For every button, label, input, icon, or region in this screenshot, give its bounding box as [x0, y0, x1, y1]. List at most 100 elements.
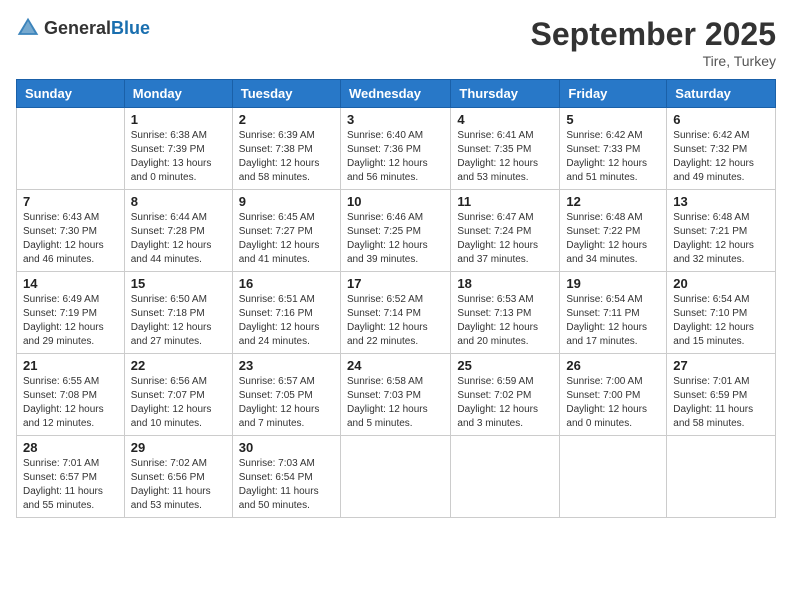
calendar-cell: 12Sunrise: 6:48 AMSunset: 7:22 PMDayligh… — [560, 190, 667, 272]
month-title: September 2025 — [531, 16, 776, 53]
day-number: 16 — [239, 276, 334, 291]
logo-blue: Blue — [111, 18, 150, 38]
day-info: Sunrise: 7:01 AMSunset: 6:57 PMDaylight:… — [23, 457, 118, 513]
calendar-cell — [667, 436, 776, 518]
day-number: 15 — [131, 276, 226, 291]
calendar-cell: 4 Sunrise: 6:41 AMSunset: 7:35 PMDaylight… — [451, 108, 560, 190]
day-info: Sunrise: 6:49 AMSunset: 7:19 PMDaylight:… — [23, 293, 118, 349]
calendar-cell: 27 Sunrise: 7:01 AMSunset: 6:59 PMDayligh… — [667, 354, 776, 436]
day-info: Sunrise: 6:47 AMSunset: 7:24 PMDaylight:… — [457, 211, 553, 267]
weekday-header: Friday — [560, 80, 667, 108]
day-number: 24 — [347, 358, 444, 373]
calendar-cell: 22Sunrise: 6:56 AMSunset: 7:07 PMDayligh… — [124, 354, 232, 436]
day-number: 8 — [131, 194, 226, 209]
calendar-cell: 15 Sunrise: 6:50 AMSunset: 7:18 PMDayligh… — [124, 272, 232, 354]
weekday-header: Saturday — [667, 80, 776, 108]
day-number: 5 — [566, 112, 660, 127]
day-number: 7 — [23, 194, 118, 209]
day-info: Sunrise: 6:41 AMSunset: 7:35 PMDaylight:… — [457, 129, 553, 185]
day-info: Sunrise: 6:53 AMSunset: 7:13 PMDaylight:… — [457, 293, 553, 349]
calendar-cell: 18 Sunrise: 6:53 AMSunset: 7:13 PMDayligh… — [451, 272, 560, 354]
calendar-week-row: 1 Sunrise: 6:38 AMSunset: 7:39 PMDaylight… — [17, 108, 776, 190]
day-number: 29 — [131, 440, 226, 455]
logo-general: General — [44, 18, 111, 38]
calendar-header-row: SundayMondayTuesdayWednesdayThursdayFrid… — [17, 80, 776, 108]
day-number: 3 — [347, 112, 444, 127]
day-number: 23 — [239, 358, 334, 373]
day-info: Sunrise: 6:45 AMSunset: 7:27 PMDaylight:… — [239, 211, 334, 267]
calendar-cell: 17 Sunrise: 6:52 AMSunset: 7:14 PMDayligh… — [340, 272, 450, 354]
day-number: 11 — [457, 194, 553, 209]
day-number: 18 — [457, 276, 553, 291]
page-header: GeneralBlue September 2025 Tire, Turkey — [16, 16, 776, 69]
calendar-cell: 29 Sunrise: 7:02 AMSunset: 6:56 PMDayligh… — [124, 436, 232, 518]
calendar-cell: 2Sunrise: 6:39 AMSunset: 7:38 PMDaylight… — [232, 108, 340, 190]
calendar-cell: 13Sunrise: 6:48 AMSunset: 7:21 PMDayligh… — [667, 190, 776, 272]
day-info: Sunrise: 6:58 AMSunset: 7:03 PMDaylight:… — [347, 375, 444, 431]
calendar-cell: 25Sunrise: 6:59 AMSunset: 7:02 PMDayligh… — [451, 354, 560, 436]
calendar-cell: 24 Sunrise: 6:58 AMSunset: 7:03 PMDayligh… — [340, 354, 450, 436]
calendar-cell: 9 Sunrise: 6:45 AMSunset: 7:27 PMDaylight… — [232, 190, 340, 272]
calendar-week-row: 7 Sunrise: 6:43 AMSunset: 7:30 PMDaylight… — [17, 190, 776, 272]
day-number: 27 — [673, 358, 769, 373]
day-number: 21 — [23, 358, 118, 373]
weekday-header: Thursday — [451, 80, 560, 108]
day-info: Sunrise: 7:01 AMSunset: 6:59 PMDaylight:… — [673, 375, 769, 431]
calendar-week-row: 28Sunrise: 7:01 AMSunset: 6:57 PMDayligh… — [17, 436, 776, 518]
calendar-cell — [560, 436, 667, 518]
calendar-cell: 11 Sunrise: 6:47 AMSunset: 7:24 PMDayligh… — [451, 190, 560, 272]
calendar-cell: 26 Sunrise: 7:00 AMSunset: 7:00 PMDayligh… — [560, 354, 667, 436]
weekday-header: Monday — [124, 80, 232, 108]
location: Tire, Turkey — [531, 53, 776, 69]
logo: GeneralBlue — [16, 16, 150, 40]
day-info: Sunrise: 6:42 AMSunset: 7:32 PMDaylight:… — [673, 129, 769, 185]
weekday-header: Sunday — [17, 80, 125, 108]
day-number: 26 — [566, 358, 660, 373]
day-info: Sunrise: 6:50 AMSunset: 7:18 PMDaylight:… — [131, 293, 226, 349]
day-number: 4 — [457, 112, 553, 127]
day-number: 20 — [673, 276, 769, 291]
day-info: Sunrise: 6:48 AMSunset: 7:21 PMDaylight:… — [673, 211, 769, 267]
day-info: Sunrise: 6:42 AMSunset: 7:33 PMDaylight:… — [566, 129, 660, 185]
day-info: Sunrise: 6:38 AMSunset: 7:39 PMDaylight:… — [131, 129, 226, 185]
title-block: September 2025 Tire, Turkey — [531, 16, 776, 69]
day-number: 6 — [673, 112, 769, 127]
calendar-cell: 21 Sunrise: 6:55 AMSunset: 7:08 PMDayligh… — [17, 354, 125, 436]
day-info: Sunrise: 7:00 AMSunset: 7:00 PMDaylight:… — [566, 375, 660, 431]
day-info: Sunrise: 6:57 AMSunset: 7:05 PMDaylight:… — [239, 375, 334, 431]
day-info: Sunrise: 6:56 AMSunset: 7:07 PMDaylight:… — [131, 375, 226, 431]
calendar-cell: 3 Sunrise: 6:40 AMSunset: 7:36 PMDaylight… — [340, 108, 450, 190]
day-info: Sunrise: 6:48 AMSunset: 7:22 PMDaylight:… — [566, 211, 660, 267]
day-number: 1 — [131, 112, 226, 127]
day-number: 17 — [347, 276, 444, 291]
day-info: Sunrise: 6:39 AMSunset: 7:38 PMDaylight:… — [239, 129, 334, 185]
day-info: Sunrise: 6:52 AMSunset: 7:14 PMDaylight:… — [347, 293, 444, 349]
day-info: Sunrise: 7:02 AMSunset: 6:56 PMDaylight:… — [131, 457, 226, 513]
day-number: 9 — [239, 194, 334, 209]
day-info: Sunrise: 6:55 AMSunset: 7:08 PMDaylight:… — [23, 375, 118, 431]
calendar-cell: 20 Sunrise: 6:54 AMSunset: 7:10 PMDayligh… — [667, 272, 776, 354]
day-info: Sunrise: 7:03 AMSunset: 6:54 PMDaylight:… — [239, 457, 334, 513]
day-info: Sunrise: 6:54 AMSunset: 7:11 PMDaylight:… — [566, 293, 660, 349]
calendar-cell: 30Sunrise: 7:03 AMSunset: 6:54 PMDayligh… — [232, 436, 340, 518]
calendar-cell: 6 Sunrise: 6:42 AMSunset: 7:32 PMDaylight… — [667, 108, 776, 190]
day-number: 19 — [566, 276, 660, 291]
day-number: 10 — [347, 194, 444, 209]
logo-icon — [16, 16, 40, 40]
calendar-cell: 19 Sunrise: 6:54 AMSunset: 7:11 PMDayligh… — [560, 272, 667, 354]
day-info: Sunrise: 6:51 AMSunset: 7:16 PMDaylight:… — [239, 293, 334, 349]
calendar-cell — [340, 436, 450, 518]
calendar-cell: 28Sunrise: 7:01 AMSunset: 6:57 PMDayligh… — [17, 436, 125, 518]
day-info: Sunrise: 6:54 AMSunset: 7:10 PMDaylight:… — [673, 293, 769, 349]
calendar-week-row: 21 Sunrise: 6:55 AMSunset: 7:08 PMDayligh… — [17, 354, 776, 436]
calendar-cell: 7 Sunrise: 6:43 AMSunset: 7:30 PMDaylight… — [17, 190, 125, 272]
calendar-cell: 5 Sunrise: 6:42 AMSunset: 7:33 PMDaylight… — [560, 108, 667, 190]
day-info: Sunrise: 6:43 AMSunset: 7:30 PMDaylight:… — [23, 211, 118, 267]
calendar-week-row: 14Sunrise: 6:49 AMSunset: 7:19 PMDayligh… — [17, 272, 776, 354]
calendar-cell: 1 Sunrise: 6:38 AMSunset: 7:39 PMDaylight… — [124, 108, 232, 190]
day-number: 25 — [457, 358, 553, 373]
day-info: Sunrise: 6:40 AMSunset: 7:36 PMDaylight:… — [347, 129, 444, 185]
calendar-cell: 23 Sunrise: 6:57 AMSunset: 7:05 PMDayligh… — [232, 354, 340, 436]
day-info: Sunrise: 6:44 AMSunset: 7:28 PMDaylight:… — [131, 211, 226, 267]
calendar-cell: 10Sunrise: 6:46 AMSunset: 7:25 PMDayligh… — [340, 190, 450, 272]
